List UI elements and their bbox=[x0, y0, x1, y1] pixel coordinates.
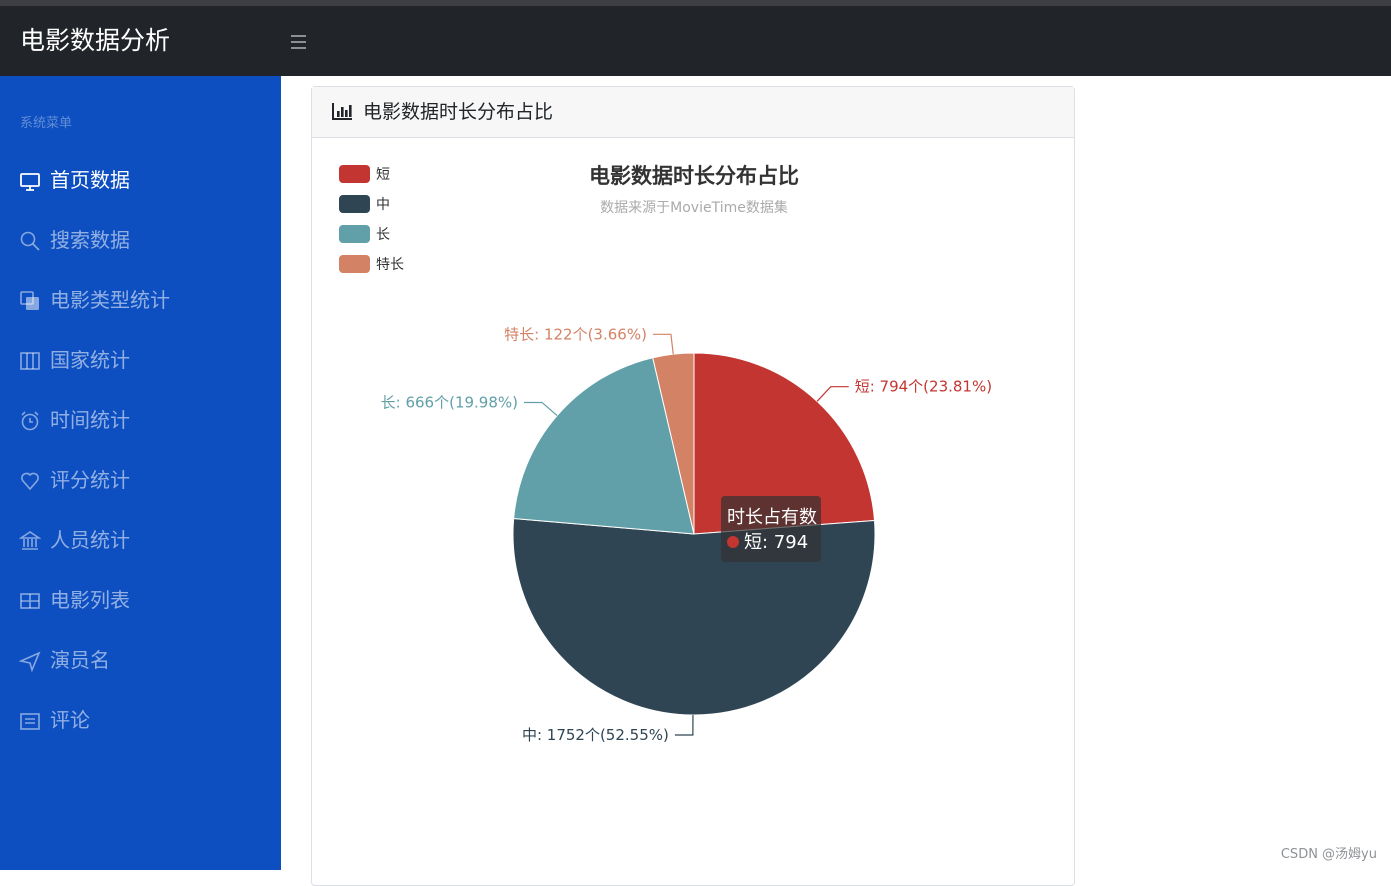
monitor-icon bbox=[19, 170, 41, 192]
chart-title: 电影数据时长分布占比 bbox=[589, 164, 799, 188]
bar-chart-icon bbox=[332, 102, 353, 120]
legend-label: 短 bbox=[376, 167, 390, 183]
bank-icon bbox=[19, 530, 41, 552]
legend-item[interactable]: 中 bbox=[339, 195, 390, 213]
sidebar-heading: 系统菜单 bbox=[20, 112, 72, 131]
sidebar-item-label: 搜索数据 bbox=[50, 227, 130, 253]
sidebar-item-label: 演员名 bbox=[50, 647, 110, 673]
sidebar-item-label: 国家统计 bbox=[50, 347, 130, 373]
sidebar-item[interactable]: 电影列表 bbox=[0, 578, 281, 622]
legend-label: 中 bbox=[376, 197, 390, 213]
send-icon bbox=[19, 650, 41, 672]
legend-swatch bbox=[339, 255, 370, 273]
sidebar-item-label: 电影列表 bbox=[50, 587, 130, 613]
chart-card: 电影数据时长分布占比 电影数据时长分布占比数据来源于MovieTime数据集短中… bbox=[311, 86, 1075, 886]
legend-item[interactable]: 长 bbox=[339, 225, 390, 243]
card-header: 电影数据时长分布占比 bbox=[312, 87, 1074, 138]
watermark: CSDN @汤姆yu bbox=[1281, 843, 1377, 862]
slice-label-line bbox=[524, 402, 557, 415]
card-title: 电影数据时长分布占比 bbox=[363, 99, 553, 125]
sidebar-item-label: 时间统计 bbox=[50, 407, 130, 433]
sidebar-item[interactable]: 演员名 bbox=[0, 638, 281, 682]
legend-swatch bbox=[339, 195, 370, 213]
copy-icon bbox=[19, 290, 41, 312]
sidebar-item-label: 评论 bbox=[50, 707, 90, 733]
slice-label: 中: 1752个(52.55%) bbox=[522, 726, 669, 744]
legend-swatch bbox=[339, 225, 370, 243]
chart-subtitle: 数据来源于MovieTime数据集 bbox=[600, 199, 788, 216]
sidebar-item-label: 首页数据 bbox=[50, 167, 130, 193]
sidebar-item[interactable]: 首页数据 bbox=[0, 158, 281, 202]
sidebar-item[interactable]: 时间统计 bbox=[0, 398, 281, 442]
legend-item[interactable]: 特长 bbox=[339, 255, 404, 273]
slice-label-line bbox=[817, 387, 849, 402]
top-navbar: 电影数据分析 bbox=[0, 6, 1391, 76]
sidebar-item-label: 人员统计 bbox=[50, 527, 130, 553]
legend-item[interactable]: 短 bbox=[339, 165, 390, 183]
search-icon bbox=[19, 230, 41, 252]
table-icon bbox=[19, 590, 41, 612]
sidebar-item-label: 评分统计 bbox=[50, 467, 130, 493]
app-title[interactable]: 电影数据分析 bbox=[20, 25, 170, 57]
sidebar-item[interactable]: 搜索数据 bbox=[0, 218, 281, 262]
slice-label: 特长: 122个(3.66%) bbox=[504, 325, 647, 343]
list-icon bbox=[19, 710, 41, 732]
sidebar-item-label: 电影类型统计 bbox=[50, 287, 170, 313]
alarm-clock-icon bbox=[19, 410, 41, 432]
pie-chart: 电影数据时长分布占比数据来源于MovieTime数据集 短中长特长短: 794个(… bbox=[312, 139, 1074, 879]
chart-tooltip: 时长占有数短: 794 bbox=[721, 496, 821, 562]
legend-label: 长 bbox=[376, 227, 390, 243]
legend-swatch bbox=[339, 165, 370, 183]
slice-label-line bbox=[653, 334, 673, 354]
sidebar-item[interactable]: 电影类型统计 bbox=[0, 278, 281, 322]
sidebar: 系统菜单 首页数据搜索数据电影类型统计国家统计时间统计评分统计人员统计电影列表演… bbox=[0, 76, 281, 870]
menu-toggle-icon[interactable] bbox=[287, 31, 311, 53]
sidebar-item[interactable]: 国家统计 bbox=[0, 338, 281, 382]
slice-label: 长: 666个(19.98%) bbox=[381, 393, 518, 411]
tooltip-marker bbox=[727, 536, 739, 548]
tooltip-title: 时长占有数 bbox=[727, 507, 817, 528]
slice-label: 短: 794个(23.81%) bbox=[855, 378, 992, 396]
columns-icon bbox=[19, 350, 41, 372]
legend-label: 特长 bbox=[376, 257, 404, 273]
sidebar-item[interactable]: 人员统计 bbox=[0, 518, 281, 562]
tooltip-value: 短: 794 bbox=[744, 532, 808, 553]
heart-icon bbox=[19, 470, 41, 492]
sidebar-item[interactable]: 评分统计 bbox=[0, 458, 281, 502]
slice-label-line bbox=[675, 715, 693, 735]
sidebar-item[interactable]: 评论 bbox=[0, 698, 281, 742]
